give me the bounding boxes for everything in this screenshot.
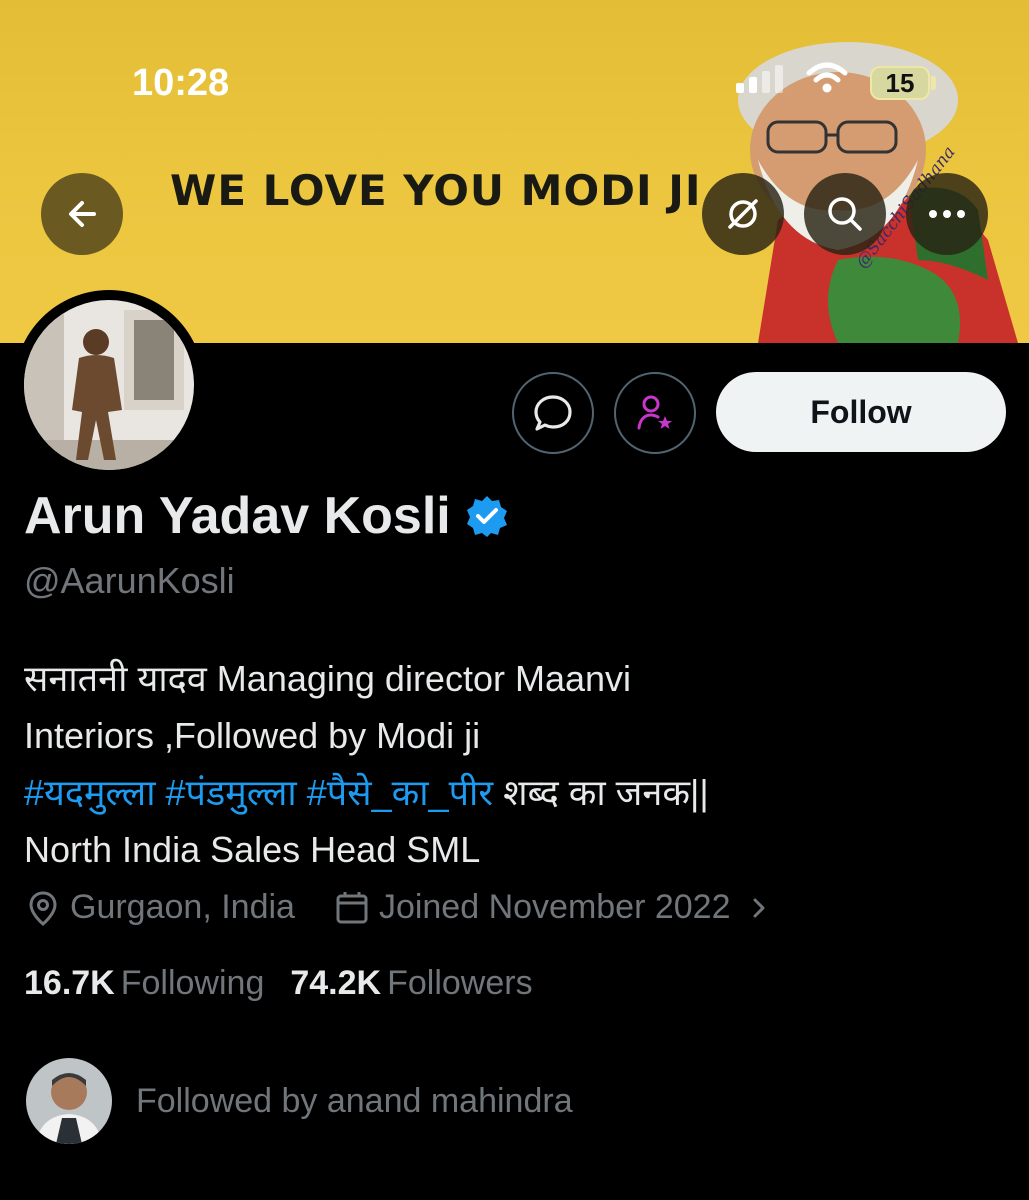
follower-avatar — [26, 1058, 112, 1144]
following-label: Following — [120, 964, 265, 1002]
search-button[interactable] — [804, 173, 886, 255]
status-icons — [736, 62, 848, 94]
back-arrow-icon — [69, 201, 96, 227]
hashtag-link[interactable]: #यदमुल्ला — [24, 772, 156, 813]
status-time: 10:28 — [132, 62, 230, 104]
bio-line-3-tail: शब्द का जनक|| — [503, 772, 709, 813]
banner-text: WE LOVE YOU MODI JI — [170, 166, 702, 215]
following-stat[interactable]: 16.7K Following — [24, 964, 264, 1003]
subscribe-button[interactable] — [614, 372, 696, 454]
hashtag-link[interactable]: #पैसे_का_पीर — [307, 772, 493, 813]
profile-name-row: Arun Yadav Kosli — [24, 486, 509, 546]
bio-line-4: North India Sales Head SML — [24, 829, 481, 870]
bio-line-1: सनातनी यादव Managing director Maanvi — [24, 658, 632, 699]
avatar[interactable] — [24, 300, 194, 470]
search-icon — [828, 197, 862, 231]
subscribe-person-star-icon — [637, 395, 672, 430]
joined-text: Joined November 2022 — [378, 888, 731, 926]
followed-by-row[interactable]: Followed by anand mahindra — [26, 1058, 573, 1144]
follower-avatar-image — [26, 1058, 112, 1144]
profile-meta: Gurgaon, India Joined November 2022 — [24, 888, 773, 927]
profile-handle: @AarunKosli — [24, 560, 235, 601]
follow-button[interactable]: Follow — [716, 372, 1006, 452]
message-button[interactable] — [512, 372, 594, 454]
grok-icon — [728, 199, 758, 229]
followers-stat[interactable]: 74.2K Followers — [290, 964, 532, 1003]
bio-line-3: #यदमुल्ला #पंडमुल्ला #पैसे_का_पीर शब्द क… — [24, 764, 984, 821]
joined-item[interactable]: Joined November 2022 — [333, 888, 773, 927]
battery-tip — [931, 76, 936, 90]
back-button[interactable] — [41, 173, 123, 255]
cellular-signal-icon — [736, 65, 783, 93]
avatar-image — [24, 300, 194, 470]
profile-name: Arun Yadav Kosli — [24, 487, 451, 545]
grok-button[interactable] — [702, 173, 784, 255]
hashtag-link[interactable]: #पंडमुल्ला — [166, 772, 297, 813]
followed-by-text: Followed by anand mahindra — [136, 1081, 573, 1120]
followers-count: 74.2K — [290, 964, 382, 1002]
bio-line-2: Interiors ,Followed by Modi ji — [24, 715, 481, 756]
more-button[interactable] — [906, 173, 988, 255]
calendar-icon — [336, 891, 368, 923]
followers-label: Followers — [387, 964, 533, 1002]
location-item: Gurgaon, India — [24, 888, 295, 927]
follow-stats: 16.7K Following 74.2K Followers — [24, 964, 533, 1003]
chevron-right-icon — [753, 898, 764, 917]
location-pin-icon — [29, 890, 57, 926]
profile-banner[interactable]: WE LOVE YOU MODI JI @SacchiSadhana — [0, 0, 1029, 343]
verified-badge-icon[interactable] — [465, 494, 509, 538]
profile-bio: सनातनी यादव Managing director Maanvi Int… — [24, 650, 984, 878]
battery-indicator: 15 — [870, 66, 930, 100]
more-icon — [929, 210, 965, 218]
location-text: Gurgaon, India — [70, 888, 295, 926]
message-bubble-icon — [534, 395, 572, 431]
following-count: 16.7K — [24, 964, 115, 1002]
wifi-icon — [806, 62, 848, 93]
